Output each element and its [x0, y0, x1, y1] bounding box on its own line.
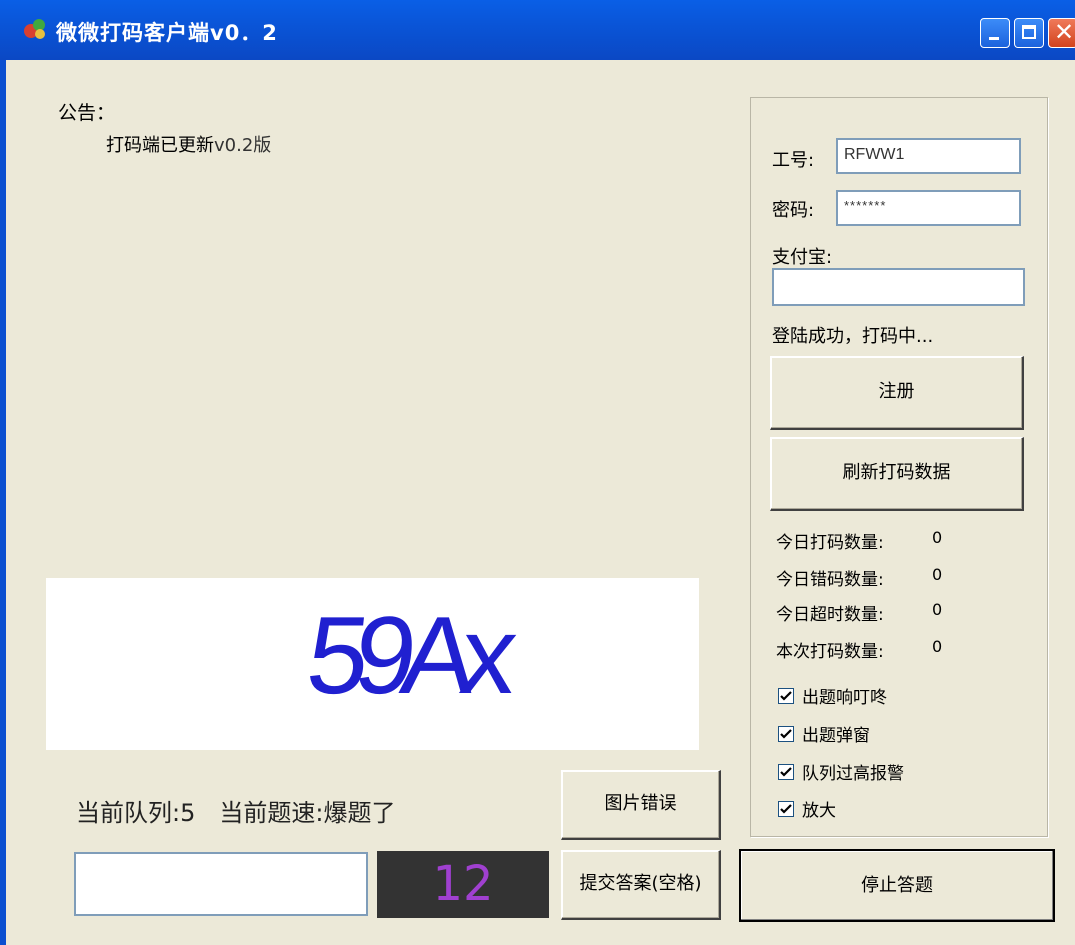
checkbox-queue-alarm[interactable] [778, 764, 794, 780]
alipay-label: 支付宝: [772, 247, 833, 268]
stat-label: 今日超时数量: [776, 605, 884, 625]
checkmark-icon [780, 804, 792, 814]
minimize-button[interactable] [980, 18, 1010, 48]
checkmark-icon [780, 729, 792, 739]
close-icon: ✕ [1054, 18, 1075, 46]
stat-label: 本次打码数量: [776, 642, 884, 662]
employee-id-label: 工号: [772, 150, 815, 171]
checkmark-icon [780, 691, 792, 701]
answer-input[interactable] [74, 852, 368, 916]
window-title: 微微打码客户端v0．2 [56, 21, 278, 45]
login-status: 登陆成功，打码中... [772, 326, 934, 347]
password-field[interactable]: ******* [836, 190, 1021, 226]
stat-label: 今日错码数量: [776, 570, 884, 590]
option-label: 放大 [802, 801, 836, 821]
stat-value: 0 [932, 528, 943, 547]
image-error-button[interactable]: 图片错误 [561, 770, 721, 840]
checkbox-zoom[interactable] [778, 801, 794, 817]
stat-value: 0 [932, 600, 943, 619]
register-button[interactable]: 注册 [770, 356, 1024, 430]
client-area: 公告： 打码端已更新v0.2版 59Ax 当前队列:5 当前题速:爆题了 12 … [6, 60, 1075, 945]
refresh-stats-button[interactable]: 刷新打码数据 [770, 437, 1024, 511]
checkmark-icon [780, 767, 792, 777]
notice-heading: 公告： [58, 102, 116, 124]
queue-status: 当前队列:5 当前题速:爆题了 [76, 799, 396, 827]
app-icon [24, 19, 45, 39]
captcha-image: 59Ax [46, 578, 699, 750]
password-label: 密码: [772, 200, 815, 221]
maximize-button[interactable] [1014, 18, 1044, 48]
option-label: 队列过高报警 [802, 764, 904, 784]
stat-value: 0 [932, 565, 943, 584]
close-button[interactable]: ✕ [1048, 18, 1075, 48]
option-label: 出题响叮咚 [802, 688, 887, 708]
title-bar[interactable]: 微微打码客户端v0．2 ✕ [0, 0, 1075, 60]
checkbox-popup[interactable] [778, 726, 794, 742]
submit-answer-button[interactable]: 提交答案(空格) [561, 850, 721, 920]
countdown-timer: 12 [377, 851, 549, 918]
notice-text: 打码端已更新v0.2版 [106, 131, 271, 157]
alipay-field[interactable] [772, 268, 1025, 306]
captcha-text: 59Ax [301, 594, 521, 717]
checkbox-ding-sound[interactable] [778, 688, 794, 704]
stat-value: 0 [932, 637, 943, 656]
notice-message: 打码端已更新 [106, 135, 214, 156]
employee-id-field[interactable]: RFWW1 [836, 138, 1021, 174]
stat-label: 今日打码数量: [776, 533, 884, 553]
stop-answering-button[interactable]: 停止答题 [739, 849, 1055, 922]
notice-version: v0.2版 [214, 135, 272, 156]
option-label: 出题弹窗 [802, 726, 870, 746]
